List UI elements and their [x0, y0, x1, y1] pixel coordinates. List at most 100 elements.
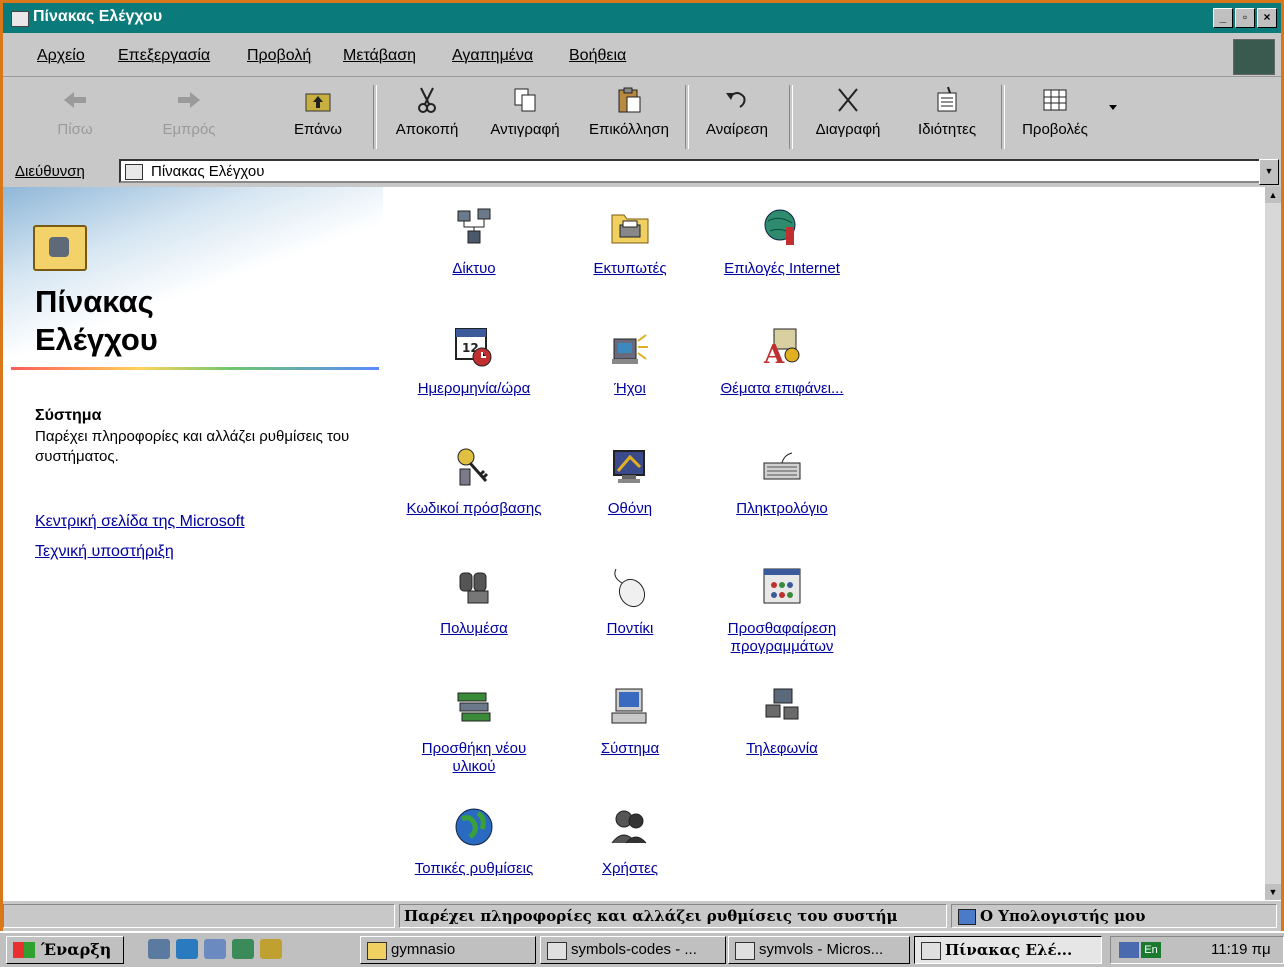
address-dropdown-button[interactable]: ▼: [1259, 159, 1279, 185]
menu-view[interactable]: Προβολή: [247, 47, 311, 65]
multimedia-icon: [459, 572, 489, 604]
content-area: Πίνακας Ελέγχου Σύστημα Παρέχει πληροφορ…: [3, 187, 1265, 900]
clock[interactable]: 11:19 πμ: [1211, 937, 1271, 963]
title-bar[interactable]: Πίνακας Ελέγχου _ ▫ ×: [3, 3, 1281, 33]
item-printers[interactable]: Εκτυπωτές: [555, 205, 705, 278]
status-panel-empty: [3, 904, 395, 928]
keys-icon: [457, 448, 489, 486]
item-multimedia[interactable]: Πολυμέσα: [399, 565, 549, 638]
taskbar-button-control-panel[interactable]: Πίνακας Ελέ...: [914, 936, 1102, 964]
outlook-express-icon[interactable]: [204, 939, 226, 959]
item-passwords[interactable]: Κωδικοί πρόσβασης: [399, 445, 549, 518]
taskbar-button-gymnasio[interactable]: gymnasio: [360, 936, 536, 964]
views-grid-icon: [1043, 89, 1067, 111]
item-sounds[interactable]: Ήχοι: [555, 325, 705, 398]
channels-icon[interactable]: [232, 939, 254, 959]
item-add-hardware[interactable]: Προσθήκη νέου υλικού: [399, 685, 549, 776]
maximize-button[interactable]: ▫: [1235, 8, 1255, 28]
selected-item-name: Σύστημα: [35, 407, 102, 424]
control-panel-folder-icon: [33, 225, 87, 271]
views-dropdown-arrow[interactable]: [1103, 101, 1123, 165]
internet-explorer-icon[interactable]: [176, 939, 198, 959]
paste-button[interactable]: Επικόλληση: [579, 85, 679, 149]
item-date-time[interactable]: 12 Ημερομηνία/ώρα: [399, 325, 549, 398]
address-value: Πίνακας Ελέγχου: [151, 163, 265, 180]
item-add-remove-programs[interactable]: Προσθαφαίρεση προγραμμάτων: [707, 565, 857, 656]
delete-x-icon: [838, 88, 858, 112]
item-users[interactable]: Χρήστες: [555, 805, 705, 878]
keyboard-icon: [763, 452, 801, 480]
language-indicator[interactable]: En: [1141, 942, 1161, 958]
control-panel-icon: [921, 942, 941, 960]
forward-button[interactable]: Εμπρός: [153, 85, 225, 149]
monitor-icon: [613, 450, 645, 483]
menu-help[interactable]: Βοήθεια: [569, 47, 626, 65]
start-button[interactable]: Έναρξη: [6, 936, 124, 964]
computer-icon: [611, 688, 647, 724]
regional-globe-icon: [455, 808, 493, 846]
taskbar-button-symbols-codes[interactable]: symbols-codes - ...: [540, 936, 726, 964]
network-icon: [457, 208, 491, 244]
back-button[interactable]: Πίσω: [45, 85, 105, 149]
item-internet-options[interactable]: Επιλογές Internet: [707, 205, 857, 278]
my-computer-icon: [958, 909, 976, 925]
status-zone: Ο Υπολογιστής μου: [951, 904, 1277, 928]
toolbar-separator: [685, 85, 689, 149]
back-arrow-icon: [64, 92, 86, 108]
address-input[interactable]: Πίνακας Ελέγχου: [119, 159, 1269, 183]
close-button[interactable]: ×: [1257, 8, 1277, 28]
item-network[interactable]: Δίκτυο: [399, 205, 549, 278]
status-bar: Παρέχει πληροφορίες και αλλάζει ρυθμίσει…: [3, 900, 1281, 931]
word-document-icon: [735, 942, 755, 960]
scroll-down-button[interactable]: ▼: [1265, 884, 1281, 900]
undo-icon: [726, 92, 746, 108]
cut-button[interactable]: Αποκοπή: [389, 85, 465, 149]
menu-file[interactable]: Αρχείο: [37, 47, 85, 65]
show-desktop-icon[interactable]: [148, 939, 170, 959]
toolbar-separator: [373, 85, 377, 149]
control-panel-icon: [125, 164, 143, 180]
internet-globe-icon: [764, 209, 796, 245]
tray-network-icon[interactable]: [1119, 942, 1139, 958]
minimize-button[interactable]: _: [1213, 8, 1233, 28]
page-title: Πίνακας Ελέγχου: [35, 284, 158, 357]
item-desktop-themes[interactable]: A Θέματα επιφάνει...: [707, 325, 857, 398]
desktop-themes-icon: A: [763, 328, 800, 370]
item-mouse[interactable]: Ποντίκι: [555, 565, 705, 638]
vertical-scrollbar[interactable]: ▲ ▼: [1265, 187, 1281, 900]
microsoft-home-link[interactable]: Κεντρική σελίδα της Microsoft: [35, 513, 245, 531]
properties-icon: [937, 86, 957, 112]
window-title: Πίνακας Ελέγχου: [33, 8, 163, 25]
toolbar: Πίσω Εμπρός Επάνω Αποκοπή Αντιγραφή Επικ…: [3, 77, 1281, 158]
word-document-icon: [547, 942, 567, 960]
taskbar: Έναρξη gymnasio symbols-codes - ... symv…: [0, 931, 1284, 967]
copy-button[interactable]: Αντιγραφή: [477, 85, 573, 149]
chevron-down-icon: [1109, 105, 1117, 110]
menu-favorites[interactable]: Αγαπημένα: [452, 47, 533, 65]
menu-edit[interactable]: Επεξεργασία: [118, 47, 210, 65]
tech-support-link[interactable]: Τεχνική υποστήριξη: [35, 543, 174, 561]
control-panel-icon[interactable]: [11, 11, 29, 27]
delete-button[interactable]: Διαγραφή: [803, 85, 893, 149]
up-button[interactable]: Επάνω: [283, 85, 353, 149]
views-button[interactable]: Προβολές: [1013, 85, 1097, 149]
item-telephony[interactable]: Τηλεφωνία: [707, 685, 857, 758]
folder-icon: [367, 942, 387, 960]
scroll-up-button[interactable]: ▲: [1265, 187, 1281, 203]
item-regional-settings[interactable]: Τοπικές ρυθμίσεις: [399, 805, 549, 878]
copy-icon: [514, 88, 536, 112]
svg-text:A: A: [763, 340, 785, 369]
undo-button[interactable]: Αναίρεση: [693, 85, 781, 149]
calendar-clock-icon: 12: [455, 328, 492, 367]
menu-go[interactable]: Μετάβαση: [343, 47, 416, 65]
toolbar-separator: [789, 85, 793, 149]
item-display[interactable]: Οθόνη: [555, 445, 705, 518]
quick-launch-icon[interactable]: [260, 939, 282, 959]
clipboard-icon: [618, 87, 641, 113]
address-label: Διεύθυνση: [15, 163, 85, 180]
item-system[interactable]: Σύστημα: [555, 685, 705, 758]
selected-item-description: Παρέχει πληροφορίες και αλλάζει ρυθμίσει…: [35, 428, 350, 465]
item-keyboard[interactable]: Πληκτρολόγιο: [707, 445, 857, 518]
properties-button[interactable]: Ιδιότητες: [905, 85, 989, 149]
taskbar-button-symvols[interactable]: symvols - Micros...: [728, 936, 910, 964]
